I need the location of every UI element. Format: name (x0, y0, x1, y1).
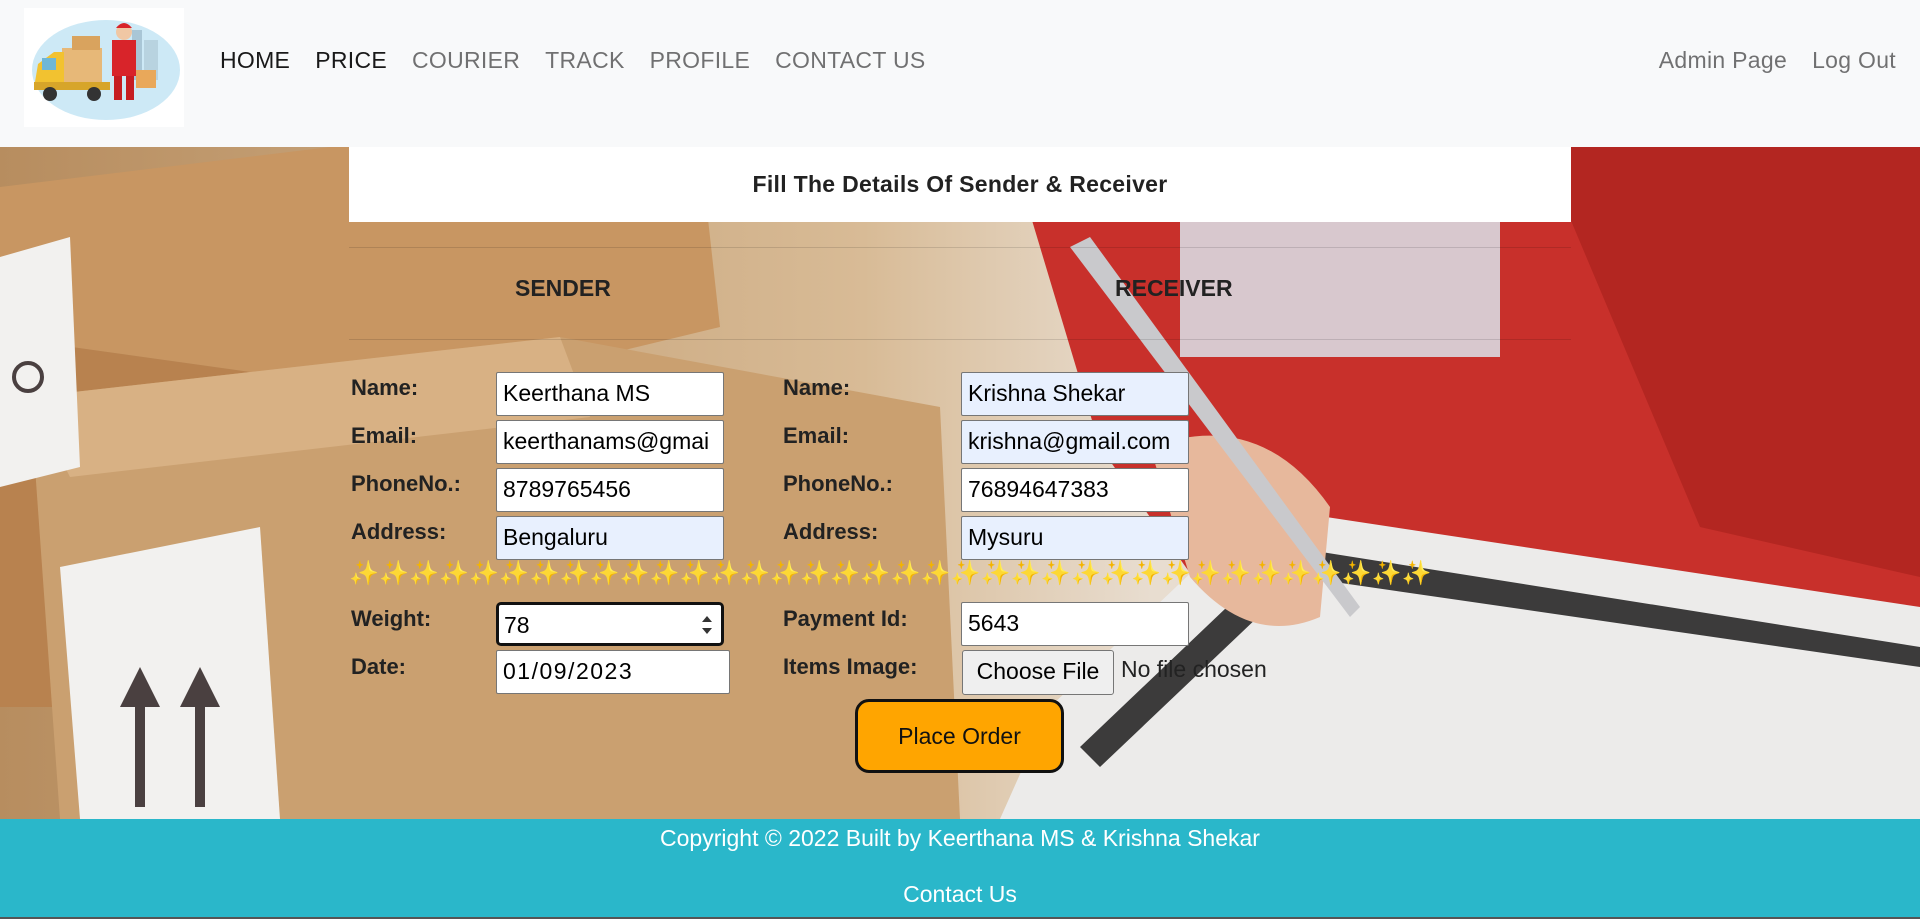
receiver-email-label: Email: (783, 423, 850, 448)
sender-phone-input[interactable]: 8789765456 (496, 468, 724, 512)
place-order-button[interactable]: Place Order (855, 699, 1064, 773)
footer-contact-link[interactable]: Contact Us (0, 881, 1920, 908)
receiver-address-label: Address: (783, 519, 879, 544)
nav-courier[interactable]: COURIER (412, 47, 520, 74)
receiver-phone-label: PhoneNo.: (783, 471, 893, 496)
sender-address-label: Address: (351, 519, 447, 544)
receiver-email-input[interactable]: krishna@gmail.com (961, 420, 1189, 464)
divider (349, 247, 1571, 248)
sender-heading: SENDER (515, 275, 611, 301)
items-image-label: Items Image: (783, 654, 918, 679)
main-nav: HOME PRICE COURIER TRACK PROFILE CONTACT… (220, 47, 951, 74)
nav-track[interactable]: TRACK (545, 47, 624, 74)
nav-profile[interactable]: PROFILE (650, 47, 751, 74)
date-label: Date: (351, 654, 407, 679)
sender-email-label: Email: (351, 423, 418, 448)
sender-address-input[interactable]: Bengaluru (496, 516, 724, 560)
payment-id-input[interactable]: 5643 (961, 602, 1189, 646)
nav-log-out[interactable]: Log Out (1812, 47, 1896, 74)
receiver-phone-input[interactable]: 76894647383 (961, 468, 1189, 512)
spinner-icon[interactable] (699, 611, 715, 639)
form-title: Fill The Details Of Sender & Receiver (752, 171, 1168, 197)
nav-admin-page[interactable]: Admin Page (1659, 47, 1787, 74)
date-input[interactable]: 01/09/2023 (496, 650, 730, 694)
sparkle-icon-divider: ✨✨✨✨✨✨✨✨✨✨✨✨✨✨✨✨✨✨✨✨✨✨✨✨✨✨✨✨✨✨✨✨✨✨✨✨ (349, 560, 1432, 587)
sender-phone-label: PhoneNo.: (351, 471, 461, 496)
receiver-name-label: Name: (783, 375, 851, 400)
user-nav: Admin Page Log Out (1634, 47, 1896, 74)
choose-file-button[interactable]: Choose File (962, 650, 1114, 695)
file-status-text: No file chosen (1121, 656, 1267, 682)
weight-label: Weight: (351, 606, 432, 631)
delivery-logo-icon[interactable] (24, 8, 184, 127)
weight-value: 78 (504, 612, 530, 638)
receiver-heading: RECEIVER (1115, 275, 1233, 301)
divider (349, 339, 1571, 340)
payment-id-label: Payment Id: (783, 606, 908, 631)
nav-contact-us[interactable]: CONTACT US (775, 47, 925, 74)
receiver-address-input[interactable]: Mysuru (961, 516, 1189, 560)
footer: Copyright © 2022 Built by Keerthana MS &… (0, 819, 1920, 919)
sender-name-input[interactable]: Keerthana MS (496, 372, 724, 416)
sender-email-input[interactable]: keerthanams@gmai (496, 420, 724, 464)
receiver-name-input[interactable]: Krishna Shekar (961, 372, 1189, 416)
navbar: HOME PRICE COURIER TRACK PROFILE CONTACT… (0, 0, 1920, 147)
footer-copyright: Copyright © 2022 Built by Keerthana MS &… (660, 825, 1260, 851)
weight-input[interactable]: 78 (496, 602, 724, 646)
form-title-box: Fill The Details Of Sender & Receiver (349, 147, 1571, 222)
nav-price[interactable]: PRICE (315, 47, 387, 74)
sender-name-label: Name: (351, 375, 419, 400)
nav-home[interactable]: HOME (220, 47, 290, 74)
